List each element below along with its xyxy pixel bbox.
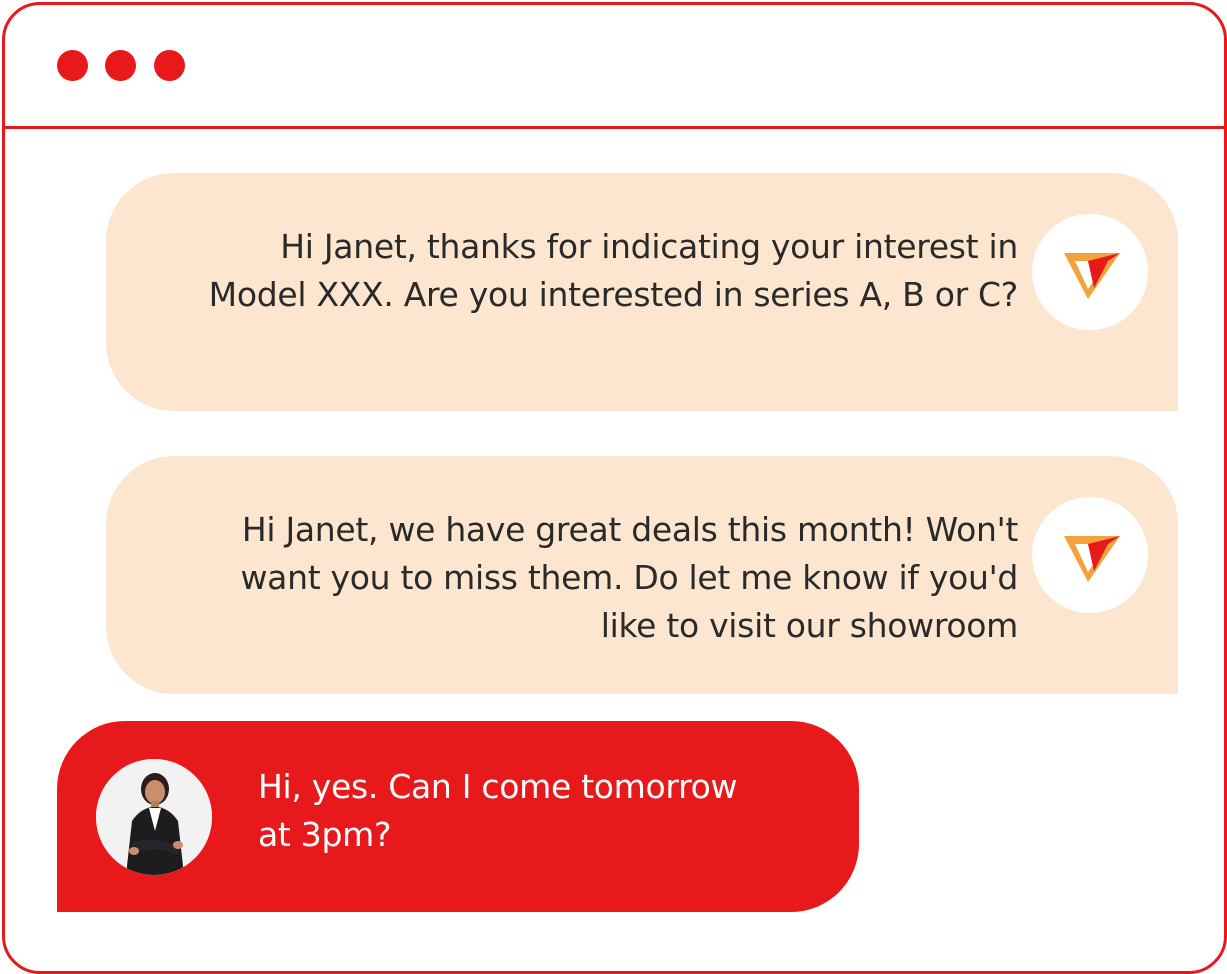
agent-message-bubble: Hi Janet, thanks for indicating your int… — [106, 173, 1178, 411]
window-titlebar — [5, 5, 1224, 129]
user-message-text: Hi, yes. Can I come tomorrow at 3pm? — [258, 767, 738, 854]
chat-window: Hi Janet, thanks for indicating your int… — [2, 2, 1227, 974]
window-close-dot[interactable] — [57, 50, 88, 81]
user-photo-avatar — [96, 759, 212, 875]
agent-message-text: Hi Janet, we have great deals this month… — [240, 510, 1018, 645]
window-minimize-dot[interactable] — [105, 50, 136, 81]
user-message-bubble: Hi, yes. Can I come tomorrow at 3pm? — [57, 721, 859, 912]
window-maximize-dot[interactable] — [154, 50, 185, 81]
agent-message-text: Hi Janet, thanks for indicating your int… — [208, 227, 1019, 314]
agent-message-bubble: Hi Janet, we have great deals this month… — [106, 456, 1178, 694]
brand-logo-icon — [1032, 497, 1148, 613]
brand-logo-icon — [1032, 214, 1148, 330]
